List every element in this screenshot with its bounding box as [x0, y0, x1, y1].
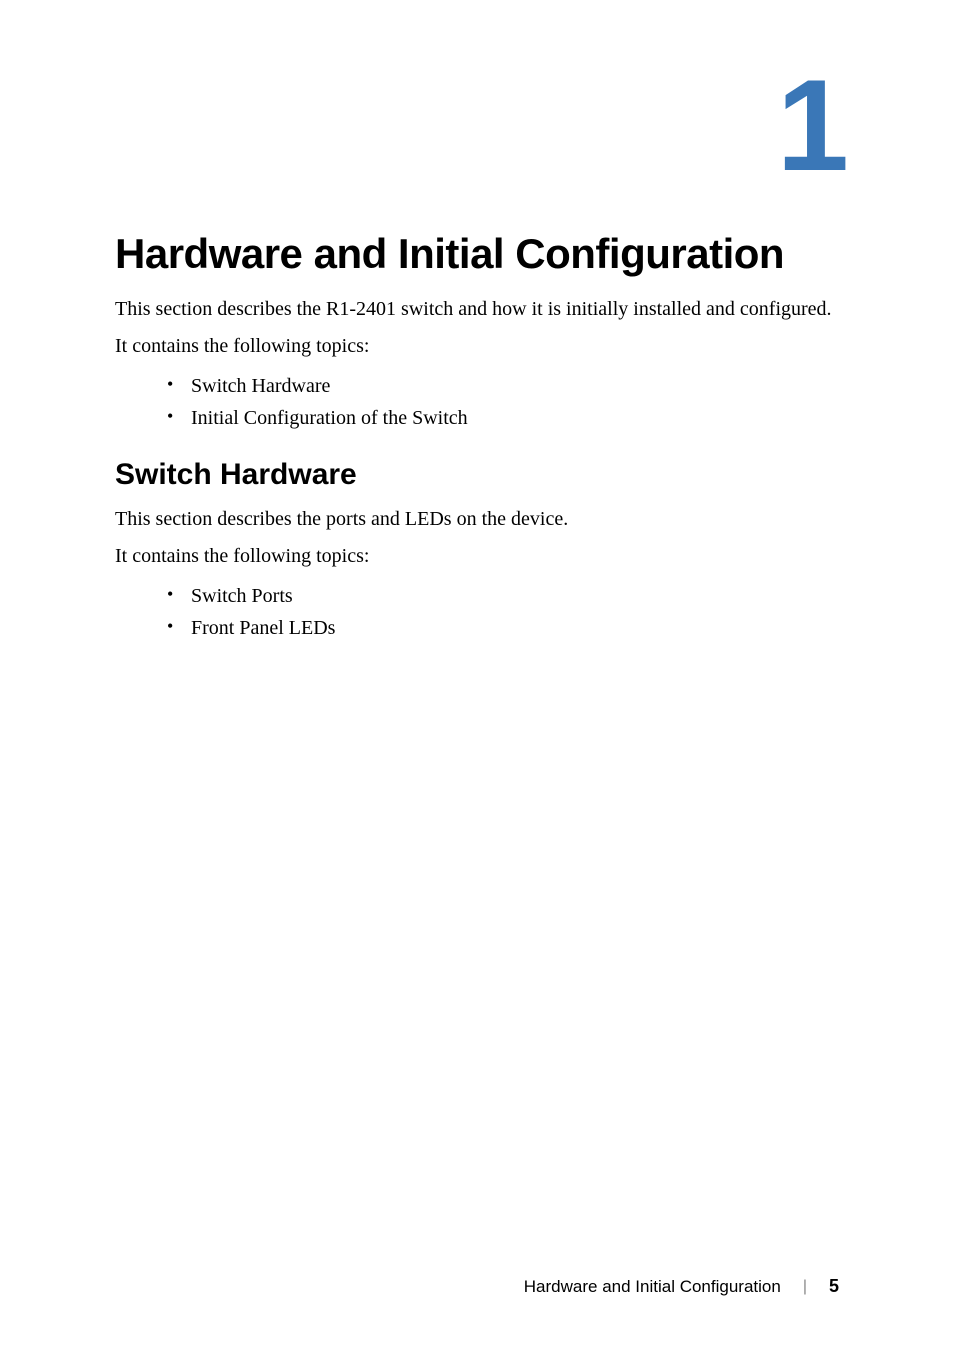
list-item: Switch Ports [167, 580, 839, 612]
chapter-title: Hardware and Initial Configuration [115, 230, 839, 278]
section-paragraph-1: This section describes the ports and LED… [115, 506, 839, 533]
section-bullet-list: Switch Ports Front Panel LEDs [167, 580, 839, 644]
page-footer: Hardware and Initial Configuration | 5 [524, 1276, 839, 1297]
footer-page-number: 5 [829, 1276, 839, 1297]
footer-title: Hardware and Initial Configuration [524, 1277, 781, 1297]
footer-divider: | [803, 1278, 807, 1296]
chapter-number: 1 [115, 60, 849, 190]
intro-paragraph-1: This section describes the R1-2401 switc… [115, 296, 839, 323]
list-item: Initial Configuration of the Switch [167, 402, 839, 434]
section-heading: Switch Hardware [115, 458, 839, 492]
intro-paragraph-2: It contains the following topics: [115, 333, 839, 360]
list-item: Front Panel LEDs [167, 612, 839, 644]
intro-bullet-list: Switch Hardware Initial Configuration of… [167, 370, 839, 434]
section-paragraph-2: It contains the following topics: [115, 543, 839, 570]
list-item: Switch Hardware [167, 370, 839, 402]
